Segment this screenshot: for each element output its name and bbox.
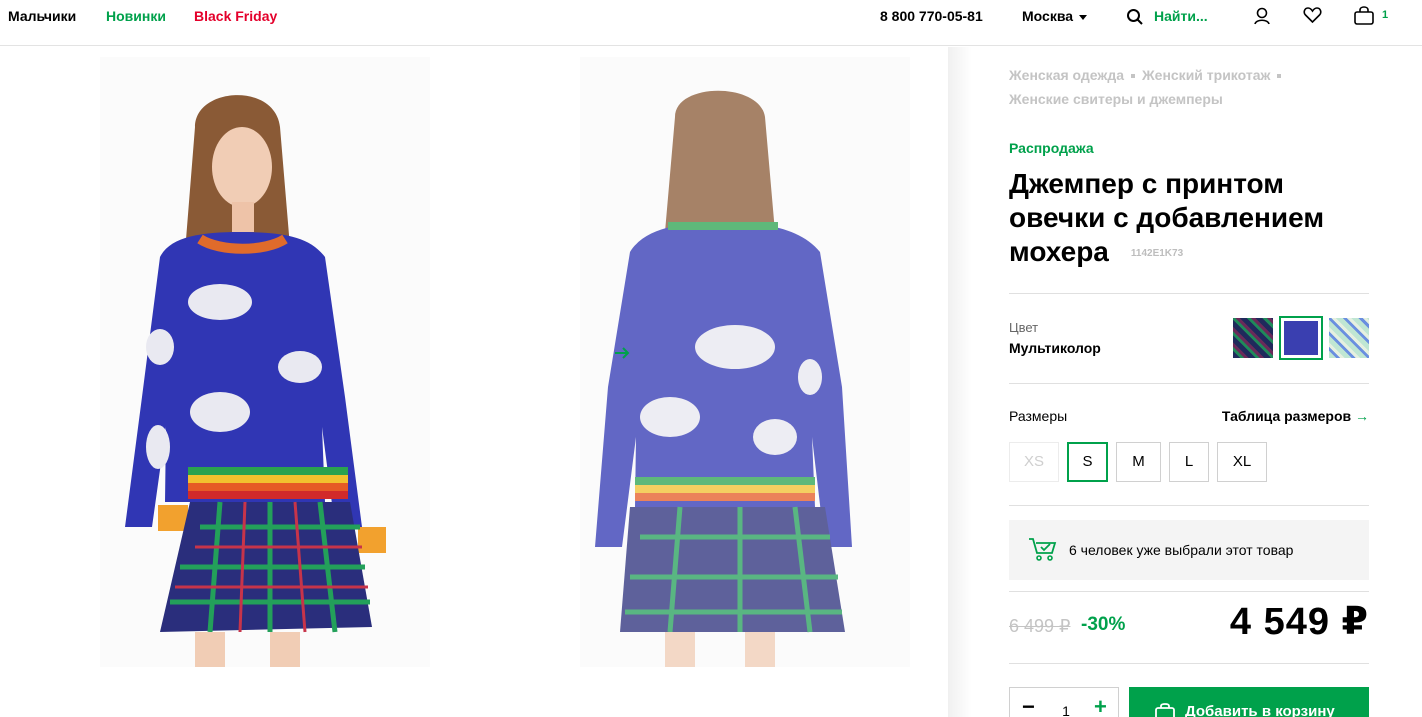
quantity-value[interactable]: 1 (1060, 703, 1072, 717)
discount-badge: -30% (1081, 614, 1126, 635)
color-label: Цвет (1009, 320, 1039, 335)
model-front-image (125, 95, 386, 667)
cart-count-badge: 1 (1382, 9, 1389, 21)
arrow-right-icon[interactable] (614, 347, 630, 359)
product-photo-back[interactable] (580, 57, 910, 667)
breadcrumb-separator (1131, 74, 1135, 79)
size-chart-link[interactable]: Таблица размеров → (1222, 408, 1369, 424)
city-selector[interactable]: Москва (1022, 8, 1088, 24)
divider (1009, 591, 1369, 592)
size-chart-link-text: Таблица размеров (1221, 408, 1352, 424)
site-header: Мальчики Новинки Black Friday 8 800 770-… (0, 0, 1422, 46)
add-to-cart-label: Добавить в корзину (1185, 703, 1335, 717)
nav-boys[interactable]: Мальчики (8, 8, 76, 24)
divider (1009, 293, 1369, 294)
breadcrumb-item[interactable]: Женская одежда (1009, 67, 1124, 83)
product-photo-front[interactable] (100, 57, 430, 667)
nav-new-arrivals[interactable]: Новинки (106, 8, 166, 24)
sale-label[interactable]: Распродажа (1009, 140, 1094, 156)
breadcrumb-separator (1277, 74, 1282, 79)
breadcrumb-item[interactable]: Женские свитеры и джемперы (1009, 91, 1223, 107)
divider (1009, 505, 1369, 506)
size-option-xl[interactable]: XL (1217, 442, 1267, 482)
product-gallery (0, 47, 948, 717)
color-swatch-blue[interactable] (1279, 316, 1323, 360)
cart-check-icon (1029, 538, 1057, 561)
sizes-label: Размеры (1009, 408, 1068, 424)
heart-icon[interactable] (1303, 6, 1322, 24)
color-value: Мультиколор (1009, 340, 1101, 356)
breadcrumb-item[interactable]: Женский трикотаж (1142, 67, 1270, 83)
city-name: Москва (1022, 8, 1074, 24)
product-title: Джемпер с принтом овечки с добавлением м… (1009, 167, 1369, 271)
product-sku: 1142E1K73 (1130, 247, 1184, 259)
old-price: 6 499 ₽ (1009, 616, 1071, 636)
size-option-l[interactable]: L (1169, 442, 1209, 482)
nav-black-friday[interactable]: Black Friday (194, 8, 277, 24)
size-option-m[interactable]: M (1116, 442, 1161, 482)
search-input[interactable] (1154, 8, 1244, 24)
size-option-xs[interactable]: XS (1009, 442, 1059, 482)
size-option-s[interactable]: S (1067, 442, 1108, 482)
quantity-decrease-button[interactable]: − (1022, 696, 1035, 717)
color-swatch-dark-plaid[interactable] (1233, 318, 1273, 358)
quantity-increase-button[interactable]: + (1094, 696, 1107, 717)
bag-icon (1155, 703, 1175, 717)
user-icon[interactable] (1253, 6, 1271, 26)
quantity-stepper: − 1 + (1009, 687, 1119, 717)
search-icon (1127, 9, 1143, 25)
add-to-cart-button[interactable]: Добавить в корзину (1129, 687, 1369, 717)
current-price: 4 549 ₽ (1229, 601, 1369, 643)
divider (1009, 663, 1369, 664)
panel-divider (948, 47, 972, 717)
model-back-image (595, 90, 852, 667)
phone-number[interactable]: 8 800 770-05-81 (880, 8, 983, 24)
arrow-right-icon: → (1355, 408, 1369, 424)
chevron-down-icon (1079, 14, 1088, 20)
social-proof-text: 6 человек уже выбрали этот товар (1069, 542, 1294, 558)
cart-icon[interactable] (1353, 6, 1375, 26)
breadcrumb: Женская одежда Женский трикотаж Женские св… (1009, 63, 1369, 111)
social-proof-box: 6 человек уже выбрали этот товар (1009, 520, 1369, 580)
divider (1009, 383, 1369, 384)
color-swatch-light-plaid[interactable] (1329, 318, 1369, 358)
